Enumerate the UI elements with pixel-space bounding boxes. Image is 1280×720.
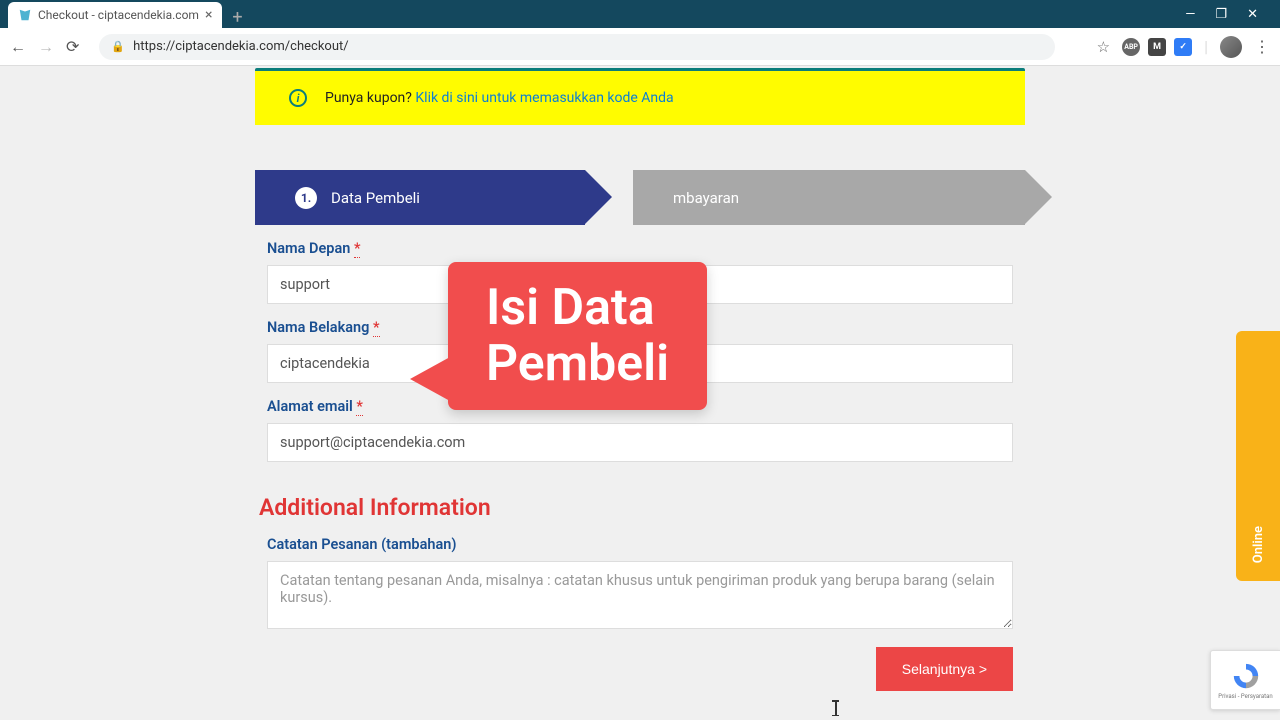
tab-title: Checkout - ciptacendekia.com — [38, 8, 199, 22]
url-input[interactable]: 🔒 https://ciptacendekia.com/checkout/ — [99, 34, 1054, 60]
page-content: i Punya kupon? Klik di sini untuk memasu… — [0, 66, 1280, 720]
check-extension-icon[interactable]: ✓ — [1174, 38, 1192, 56]
minimize-icon[interactable]: — — [1185, 7, 1195, 22]
new-tab-button[interactable]: + — [222, 7, 252, 28]
profile-avatar[interactable] — [1220, 36, 1242, 58]
browser-menu-icon[interactable]: ⋮ — [1254, 37, 1270, 56]
extension-icons: ABP M ✓ — [1122, 38, 1192, 56]
address-bar: ← → ⟳ 🔒 https://ciptacendekia.com/checko… — [0, 28, 1280, 66]
browser-tab[interactable]: Checkout - ciptacendekia.com × — [8, 2, 222, 28]
step-label: Data Pembeli — [331, 189, 420, 207]
recaptcha-privacy: Privasi - Persyaratan — [1218, 693, 1272, 700]
coupon-text: Punya kupon? Klik di sini untuk memasukk… — [325, 90, 674, 106]
email-input[interactable] — [267, 423, 1013, 462]
coupon-link[interactable]: Klik di sini untuk memasukkan kode Anda — [415, 90, 673, 106]
maximize-icon[interactable]: ❐ — [1215, 7, 1227, 22]
m-extension-icon[interactable]: M — [1148, 38, 1166, 56]
lock-icon: 🔒 — [111, 40, 125, 53]
step-number: 1. — [295, 187, 317, 209]
abp-extension-icon[interactable]: ABP — [1122, 38, 1140, 56]
step-label: mbayaran — [673, 189, 739, 207]
reload-icon[interactable]: ⟳ — [66, 37, 79, 56]
back-icon[interactable]: ← — [10, 37, 26, 57]
url-text: https://ciptacendekia.com/checkout/ — [133, 39, 349, 54]
coupon-prompt: Punya kupon? — [325, 90, 415, 106]
close-window-icon[interactable]: ✕ — [1247, 7, 1258, 22]
callout-line1: Isi Data — [486, 280, 669, 336]
first-name-label: Nama Depan * — [267, 240, 1013, 257]
online-label: Online — [1251, 526, 1266, 563]
tab-favicon-icon — [18, 8, 32, 22]
text-cursor-icon — [835, 700, 837, 716]
next-button[interactable]: Selanjutnya > — [876, 647, 1013, 691]
coupon-banner: i Punya kupon? Klik di sini untuk memasu… — [255, 71, 1025, 125]
step-data-pembeli[interactable]: 1. Data Pembeli — [255, 170, 585, 225]
recaptcha-icon — [1231, 661, 1261, 691]
close-tab-icon[interactable]: × — [205, 7, 212, 23]
order-notes-textarea[interactable] — [267, 561, 1013, 629]
forward-icon[interactable]: → — [38, 37, 54, 57]
online-chat-tab[interactable]: Online — [1236, 331, 1280, 581]
info-icon: i — [289, 89, 307, 107]
bookmark-star-icon[interactable]: ☆ — [1097, 38, 1110, 56]
instruction-callout: Isi Data Pembeli — [448, 262, 707, 410]
step-pembayaran[interactable]: mbayaran — [633, 170, 1025, 225]
recaptcha-badge[interactable]: Privasi - Persyaratan — [1210, 650, 1280, 710]
callout-line2: Pembeli — [486, 336, 669, 392]
checkout-steps: 1. Data Pembeli mbayaran — [255, 170, 1025, 225]
window-controls: — ❐ ✕ — [1171, 0, 1272, 28]
order-notes-label: Catatan Pesanan (tambahan) — [267, 536, 1013, 553]
browser-tab-bar: Checkout - ciptacendekia.com × + — ❐ ✕ — [0, 0, 1280, 28]
additional-info-title: Additional Information — [259, 494, 1013, 521]
